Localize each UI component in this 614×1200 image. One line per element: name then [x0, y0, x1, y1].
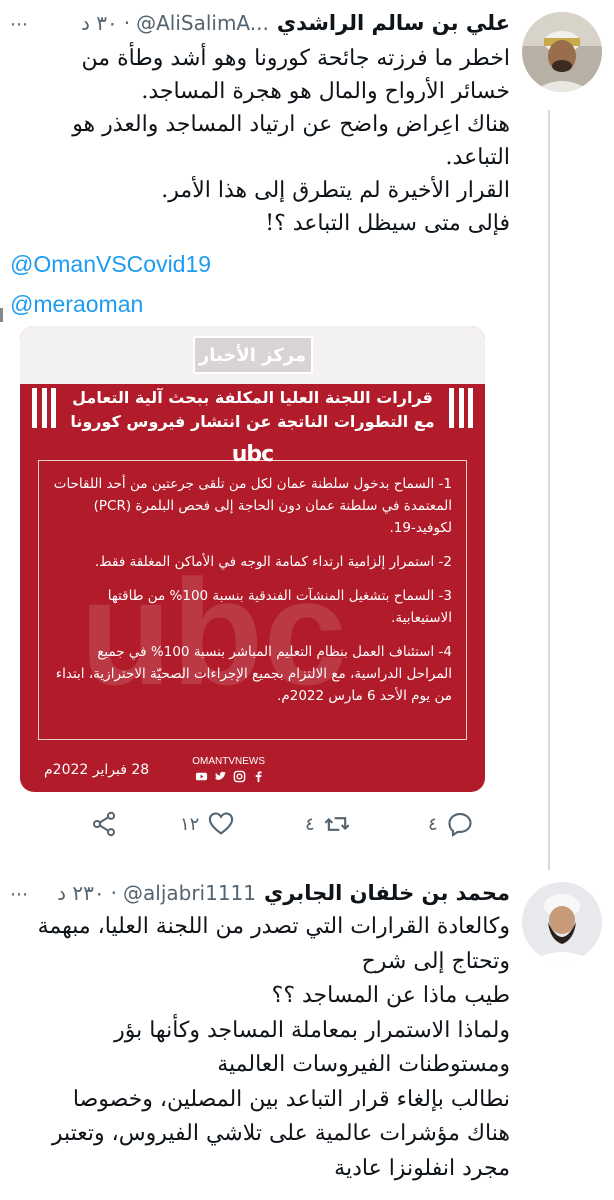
- decision-item: 4- استئناف العمل بنظام التعليم المباشر ب…: [55, 644, 452, 704]
- omantv-brand: OMANTVNEWS: [192, 756, 265, 767]
- decision-item: 2- استمرار إلزامية ارتداء كمامة الوجه في…: [94, 554, 452, 570]
- tweet-line: هناك اعِراض واضح عن ارتياد المساجد والعذ…: [72, 112, 510, 137]
- reply-count: ٤: [428, 813, 438, 835]
- decision-item: 3- السماح بتشغيل المنشآت الفندقية بنسبة …: [107, 588, 452, 626]
- news-center-badge: مركز الأخبار: [192, 336, 313, 374]
- share-button[interactable]: [90, 810, 118, 838]
- separator-dot: ·: [123, 11, 131, 35]
- avatar[interactable]: [522, 882, 602, 962]
- tweet-line: طيب ماذا عن المساجد ؟؟: [271, 983, 510, 1008]
- author-handle[interactable]: @aljabri1111: [123, 881, 256, 905]
- mentions: @OmanVSCovid19 @meraoman: [10, 244, 510, 324]
- twitter-icon: [214, 771, 227, 780]
- mention-link-meraoman[interactable]: @meraoman: [10, 284, 510, 324]
- tweet-line: اخطر ما فرزته جائحة كورونا وهو أشد وطأة …: [81, 46, 510, 71]
- retweet-icon: [324, 817, 350, 831]
- retweet-button[interactable]: ٤: [305, 810, 351, 838]
- decorative-bars-right: [449, 388, 473, 428]
- avatar[interactable]: [522, 12, 602, 92]
- tweet-line: فإلى متى سيظل التباعد ؟!: [265, 211, 510, 236]
- like-button[interactable]: ١٢: [180, 810, 235, 838]
- social-icons: [195, 770, 265, 783]
- more-options-icon[interactable]: ⋯: [10, 14, 29, 35]
- tweet-time[interactable]: ٢٣٠ د: [57, 881, 105, 905]
- decisions-box: 1- السماح بدخول سلطنة عمان لكل من تلقى ج…: [38, 460, 467, 740]
- tweet-header: محمد بن خلفان الجابري @aljabri1111 · ٢٣٠…: [10, 880, 510, 906]
- decision-item: 1- السماح بدخول سلطنة عمان لكل من تلقى ج…: [53, 476, 452, 536]
- instagram-icon: [233, 770, 246, 783]
- card-footer: 28 فبراير 2022م OMANTVNEWS: [20, 744, 485, 792]
- tweet-time[interactable]: ٣٠ د: [81, 11, 118, 35]
- tweet-line: مجرد انفلونزا عادية: [334, 1155, 510, 1181]
- tweet-line: خسائر الأرواح والمال هو هجرة المساجد.: [141, 79, 510, 104]
- tweet-image-card[interactable]: مركز الأخبار قرارات اللجنة العليا المكلف…: [20, 326, 485, 792]
- facebook-icon: [255, 771, 262, 783]
- card-date: 28 فبراير 2022م: [44, 762, 150, 778]
- card-header-band: مركز الأخبار: [20, 326, 485, 384]
- card-title: قرارات اللجنة العليا المكلفة ببحث آلية ا…: [70, 386, 435, 434]
- tweet-line: نطالب بإلغاء قرار التباعد بين المصلين، و…: [72, 1086, 510, 1112]
- author-handle[interactable]: @AliSalimA...: [136, 11, 269, 35]
- like-count: ١٢: [180, 813, 200, 835]
- decorative-bars-left: [32, 388, 56, 428]
- reply-button[interactable]: ٤: [428, 810, 474, 838]
- tweet-header: علي بن سالم الراشدي @AliSalimA... · ٣٠ د: [10, 10, 510, 36]
- tweet-line: ومستوطنات الفيروسات العالمية: [217, 1052, 510, 1077]
- tweet-line: هناك مؤشرات عالمية على تلاشي الفيروس، وت…: [51, 1121, 510, 1146]
- card-title-line: قرارات اللجنة العليا المكلفة ببحث آلية ا…: [72, 388, 433, 407]
- tweet-2[interactable]: محمد بن خلفان الجابري @aljabri1111 · ٢٣٠…: [0, 872, 614, 1200]
- tweet-actions: ١٢ ٤ ٤: [90, 810, 490, 846]
- youtube-icon: [195, 772, 208, 781]
- tweet-1[interactable]: علي بن سالم الراشدي @AliSalimA... · ٣٠ د…: [0, 0, 614, 870]
- tweet-text: وكالعادة القرارات التي تصدر من اللجنة ال…: [10, 910, 510, 1186]
- tweet-line: وكالعادة القرارات التي تصدر من اللجنة ال…: [37, 914, 510, 939]
- tweet-line: التباعد.: [445, 145, 510, 170]
- mention-link-omanvscovid19[interactable]: @OmanVSCovid19: [10, 244, 510, 284]
- tweet-line: وتحتاج إلى شرح: [361, 948, 510, 974]
- tweet-line: القرار الأخيرة لم يتطرق إلى هذا الأمر.: [161, 178, 510, 203]
- reply-icon: [448, 813, 472, 838]
- author-name[interactable]: محمد بن خلفان الجابري: [264, 881, 510, 905]
- card-title-line: مع التطورات الناتجة عن انتشار فيروس كورو…: [70, 412, 435, 431]
- share-icon: [92, 811, 116, 837]
- retweet-count: ٤: [305, 813, 315, 835]
- heart-icon: [209, 812, 234, 835]
- separator-dot: ·: [110, 881, 117, 905]
- tweet-text: اخطر ما فرزته جائحة كورونا وهو أشد وطأة …: [10, 42, 510, 240]
- more-options-icon[interactable]: ⋯: [10, 884, 29, 905]
- author-name[interactable]: علي بن سالم الراشدي: [277, 11, 510, 35]
- tweet-line: ولماذا الاستمرار بمعاملة المساجد وكأنها …: [114, 1017, 510, 1043]
